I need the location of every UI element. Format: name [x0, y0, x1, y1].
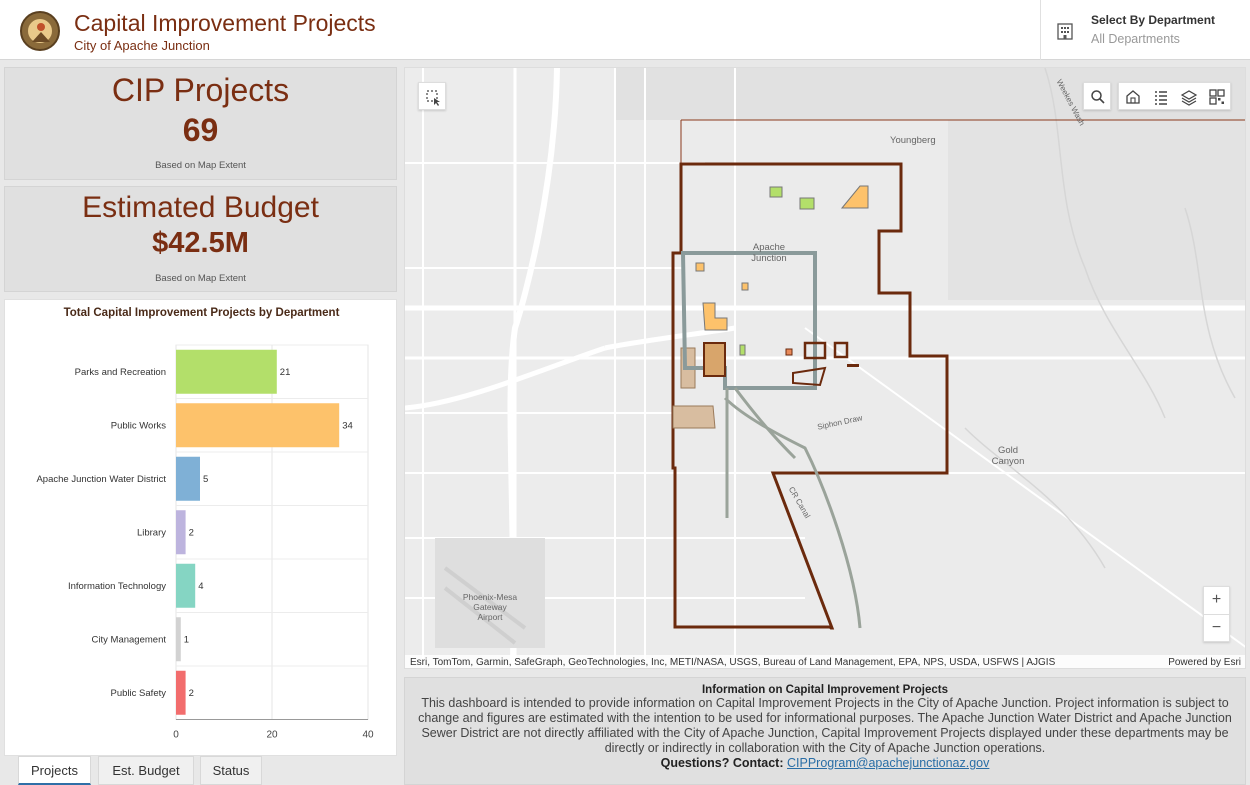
info-contact: Questions? Contact: CIPProgram@apachejun… [405, 756, 1245, 770]
category-label: Public Safety [111, 688, 167, 699]
department-selector-label: Select By Department [1091, 13, 1216, 27]
cip-projects-card: CIP Projects 69 Based on Map Extent [4, 67, 397, 180]
bar [176, 403, 340, 448]
page-subtitle: City of Apache Junction [74, 38, 210, 53]
layers-icon[interactable] [1175, 83, 1203, 111]
info-body: This dashboard is intended to provide in… [418, 696, 1232, 755]
bar-value-label: 34 [342, 420, 353, 431]
category-label: Parks and Recreation [75, 367, 166, 378]
bar-value-label: 2 [189, 688, 194, 699]
map-view[interactable]: Youngberg Apache Junction Gold Canyon Ph… [404, 67, 1246, 669]
category-label: City Management [92, 634, 167, 645]
page-title: Capital Improvement Projects [74, 10, 376, 36]
header: Capital Improvement Projects City of Apa… [0, 0, 1250, 60]
map-label-apache-junction: Apache Junction [751, 242, 787, 264]
x-tick-label: 0 [173, 730, 179, 741]
x-tick-label: 40 [362, 730, 374, 741]
home-icon[interactable] [1119, 83, 1147, 111]
budget-card-value: $42.5M [152, 227, 249, 259]
city-seal-logo [20, 11, 60, 51]
cip-card-value: 69 [182, 112, 219, 148]
contact-label: Questions? Contact: [660, 756, 784, 770]
map-label-gold-canyon: Gold Canyon [991, 445, 1025, 467]
bar [176, 456, 200, 501]
budget-card-title: Estimated Budget [82, 191, 319, 224]
qr-code-icon[interactable] [1203, 83, 1231, 111]
info-panel: Information on Capital Improvement Proje… [404, 677, 1246, 785]
category-label: Apache Junction Water District [36, 474, 166, 485]
category-label: Library [137, 527, 166, 538]
department-selector[interactable]: Select By Department All Departments [1040, 0, 1250, 60]
dashboard: Capital Improvement Projects City of Apa… [0, 0, 1250, 785]
bar [176, 670, 186, 715]
select-area-icon [426, 90, 440, 106]
map-label-youngberg: Youngberg [890, 135, 936, 146]
map-attribution: Esri, TomTom, Garmin, SafeGraph, GeoTech… [405, 655, 1245, 668]
legend-icon[interactable] [1147, 83, 1175, 111]
bar [176, 510, 186, 555]
map-search-button[interactable] [1083, 82, 1111, 110]
powered-by-esri-link[interactable]: Powered by Esri [1168, 655, 1241, 668]
map-label-airport: Phoenix-Mesa Gateway Airport [462, 592, 518, 622]
bar-value-label: 4 [198, 581, 203, 592]
basemap [405, 68, 1245, 668]
cip-card-title: CIP Projects [111, 72, 290, 108]
zoom-control: + − [1203, 586, 1230, 642]
search-icon [1091, 90, 1105, 104]
department-bar-chart: Total Capital Improvement Projects by De… [4, 299, 397, 756]
x-tick-label: 20 [266, 730, 278, 741]
contact-email-link[interactable]: CIPProgram@apachejunctionaz.gov [787, 756, 989, 770]
estimated-budget-card: Estimated Budget $42.5M Based on Map Ext… [4, 186, 397, 292]
bar-value-label: 1 [184, 634, 189, 645]
zoom-in-button[interactable]: + [1204, 587, 1229, 615]
bar-value-label: 21 [280, 367, 291, 378]
bar-value-label: 5 [203, 474, 208, 485]
map-toolbar [1118, 82, 1231, 110]
tab-projects[interactable]: Projects [18, 756, 91, 785]
tab-est-budget[interactable]: Est. Budget [98, 756, 194, 785]
zoom-out-button[interactable]: − [1204, 615, 1229, 642]
chart-svg: 0 20 40Parks and Recreation 21Public Works 3… [36, 344, 374, 741]
bar [176, 349, 277, 394]
attribution-text: Esri, TomTom, Garmin, SafeGraph, GeoTech… [410, 657, 1056, 668]
tab-status[interactable]: Status [200, 756, 262, 785]
bar [176, 617, 181, 662]
building-icon [1057, 23, 1073, 40]
category-label: Information Technology [68, 581, 166, 592]
info-title: Information on Capital Improvement Proje… [701, 684, 948, 696]
bar-value-label: 2 [189, 527, 194, 538]
map-select-button[interactable] [418, 82, 446, 110]
bar [176, 563, 196, 608]
cip-card-note: Based on Map Extent [155, 160, 246, 171]
category-label: Public Works [111, 420, 167, 431]
department-selector-value[interactable]: All Departments [1091, 32, 1180, 46]
budget-card-note: Based on Map Extent [155, 273, 246, 284]
